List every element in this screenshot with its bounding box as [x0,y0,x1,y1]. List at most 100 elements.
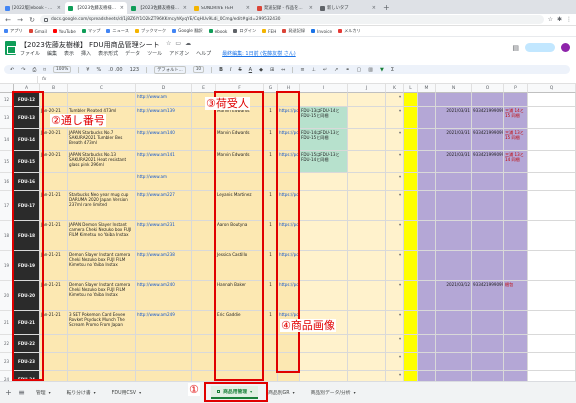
cell-url[interactable]: http://www.am249 [136,311,192,335]
cell-dropdown[interactable]: ▾ [386,281,404,311]
cell-highlight[interactable] [404,151,418,173]
cell-date[interactable] [40,335,68,353]
browser-tab[interactable]: 【2023佐藤友樹様】FDU用...× [65,2,127,14]
menu-dots-icon[interactable]: ⋮ [566,16,572,23]
bookmark-item[interactable]: ニュース [106,28,129,34]
browser-tab[interactable]: [2022版]ebook - 佐藤友樹× [2,2,64,14]
column-header[interactable]: L [404,84,418,93]
cell-empty[interactable] [192,129,216,151]
chevron-down-icon[interactable]: ▾ [293,390,295,395]
bookmark-item[interactable]: YouTube [52,29,76,34]
cell-ship-note[interactable] [504,335,528,353]
column-header[interactable]: K [386,84,404,93]
cell-bundle-note[interactable] [300,335,348,353]
cloud-status-icon[interactable]: ☁ [185,40,191,47]
bookmark-item[interactable]: 発送記録 [282,28,305,34]
cell-tracking-number[interactable] [472,173,504,191]
browser-tab[interactable]: 発送記録 - 作品をもっと...× [254,2,316,14]
cell-empty[interactable] [528,129,576,151]
cell-ship-note[interactable]: 三浦 13と15 同梱 [504,129,528,151]
cell-purple[interactable] [418,151,436,173]
new-tab-button[interactable]: + [380,2,393,14]
cell-purple[interactable] [418,93,436,107]
cell-dropdown[interactable]: ▾ [386,311,404,335]
cell-empty[interactable] [192,221,216,251]
number-format-select[interactable]: 123 [130,67,140,73]
cell-empty[interactable] [528,353,576,371]
cell-ship-date[interactable]: 2021/03/31 [436,129,472,151]
cell-highlight[interactable] [404,129,418,151]
star-icon[interactable]: ☆ [548,16,553,23]
cell-empty[interactable] [348,93,386,107]
cell-dropdown[interactable]: ▾ [386,93,404,107]
browser-tab[interactable]: 新しいタブ × [317,2,379,14]
print-icon[interactable]: ⎙ [32,67,36,73]
cell-bundle-note[interactable]: FDU-14はFDU-13とFDU-15と同梱 [300,129,348,151]
cell-empty[interactable] [528,251,576,281]
sheet-tab[interactable]: 商品別データ/分析 ▾ [305,387,362,398]
cell-product-name[interactable] [68,93,136,107]
zoom-select[interactable]: 100% [53,66,72,73]
cell-url[interactable]: http://www.am240 [136,281,192,311]
cell-product-name[interactable]: 3 SET Pokemon Card Eevee Rovket Psyduck … [68,311,136,335]
bookmark-item[interactable]: メルカリ [338,28,361,34]
cell-purple[interactable] [418,129,436,151]
cell-dropdown[interactable]: ▾ [386,151,404,173]
cell-url[interactable]: http://www.am [136,93,192,107]
cell-purple[interactable] [418,353,436,371]
extensions-icon[interactable]: ✱ [557,16,562,23]
bookmark-item[interactable]: Gmail [28,29,47,34]
cell-dropdown[interactable]: ▾ [386,221,404,251]
cell-empty[interactable] [348,129,386,151]
cell-url[interactable]: http://www.am141 [136,151,192,173]
link-icon[interactable]: ⚭ [345,67,349,73]
menu-item[interactable]: 編集 [47,50,57,57]
close-icon[interactable]: × [309,5,313,11]
cell-bundle-note[interactable] [300,281,348,311]
menu-item[interactable]: ファイル [20,50,40,57]
cell-ship-date[interactable] [436,311,472,335]
comment-icon[interactable]: ▤ [512,44,519,52]
cell-url[interactable]: http://www.am139 [136,107,192,129]
reload-icon[interactable]: ↻ [28,16,36,24]
cell-tracking-number[interactable] [472,311,504,335]
chevron-down-icon[interactable]: ▾ [354,390,356,395]
cell-highlight[interactable] [404,335,418,353]
cell-product-name[interactable]: Demon Slayer Instant camera Cheki Nezuko… [68,251,136,281]
cell-purple[interactable] [418,251,436,281]
browser-tab[interactable]: 【2023佐藤友樹様】FDU用...× [128,2,190,14]
chevron-down-icon[interactable]: ▾ [94,390,96,395]
cell-empty[interactable] [348,221,386,251]
cell-tracking-number[interactable]: 9334219990999 [472,151,504,173]
cell-ship-date[interactable] [436,335,472,353]
forward-icon[interactable]: → [16,16,24,24]
cell-empty[interactable] [348,107,386,129]
cell-ship-note[interactable] [504,371,528,381]
bookmark-item[interactable]: Google 翻訳 [172,28,203,34]
cell-highlight[interactable] [404,191,418,221]
cell-date[interactable]: Jan-20-21 [40,151,68,173]
cell-empty[interactable] [348,353,386,371]
cell-empty[interactable] [348,251,386,281]
cell-ship-date[interactable] [436,371,472,381]
column-header[interactable]: D [136,84,192,93]
close-icon[interactable]: × [57,5,61,11]
cell-ship-note[interactable] [504,251,528,281]
cell-highlight[interactable] [404,281,418,311]
cell-highlight[interactable] [404,311,418,335]
cell-dropdown[interactable]: ▾ [386,129,404,151]
cell-dropdown[interactable]: ▾ [386,335,404,353]
cell-highlight[interactable] [404,251,418,281]
cell-tracking-number[interactable]: 9334219990999 [472,107,504,129]
cell-product-name[interactable]: Starbucks Neo year mug cup DARUMA 2020 J… [68,191,136,221]
chevron-down-icon[interactable]: ▾ [49,390,51,395]
close-icon[interactable]: × [246,5,250,11]
close-icon[interactable]: × [372,5,376,11]
cell-ship-date[interactable] [436,353,472,371]
close-icon[interactable]: × [183,5,187,11]
cell-url[interactable]: http://www.am [136,173,192,191]
font-select[interactable]: デフォルト... [154,65,186,74]
cell-date[interactable]: Jan-20-21 [40,129,68,151]
cell-url[interactable] [136,353,192,371]
cell-purple[interactable] [418,107,436,129]
